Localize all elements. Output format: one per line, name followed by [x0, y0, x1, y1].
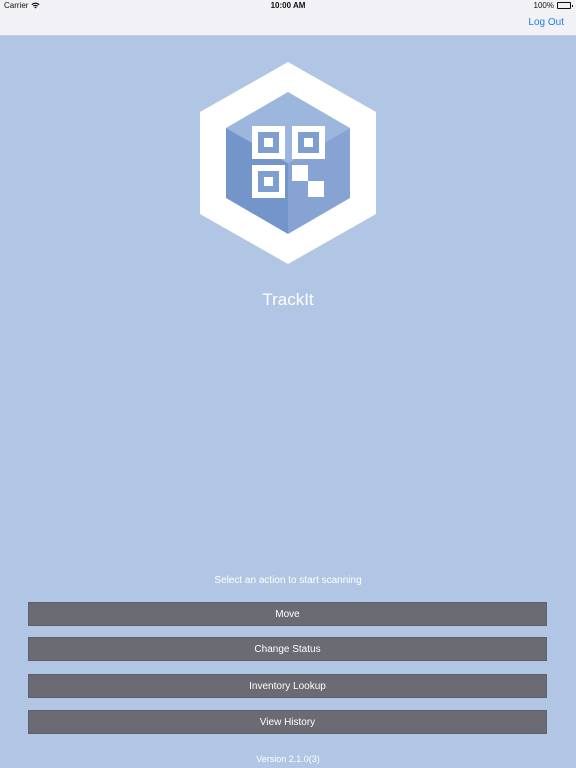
battery-icon: [557, 2, 573, 9]
change-status-button[interactable]: Change Status: [28, 637, 547, 661]
app-title: TrackIt: [262, 290, 314, 309]
hexagon-qr-cube-icon: [200, 62, 376, 264]
battery-percent: 100%: [533, 1, 554, 10]
version-label: Version 2.1.0(3): [256, 754, 320, 764]
status-bar: Carrier 10:00 AM 100%: [0, 0, 576, 12]
view-history-button[interactable]: View History: [28, 710, 547, 734]
scan-prompt: Select an action to start scanning: [214, 575, 362, 586]
move-button[interactable]: Move: [28, 602, 547, 626]
status-time: 10:00 AM: [270, 1, 306, 10]
battery-group: 100%: [533, 1, 573, 10]
log-out-button[interactable]: Log Out: [528, 17, 564, 28]
navigation-bar: Log Out: [0, 12, 576, 36]
inventory-lookup-button[interactable]: Inventory Lookup: [28, 674, 547, 698]
